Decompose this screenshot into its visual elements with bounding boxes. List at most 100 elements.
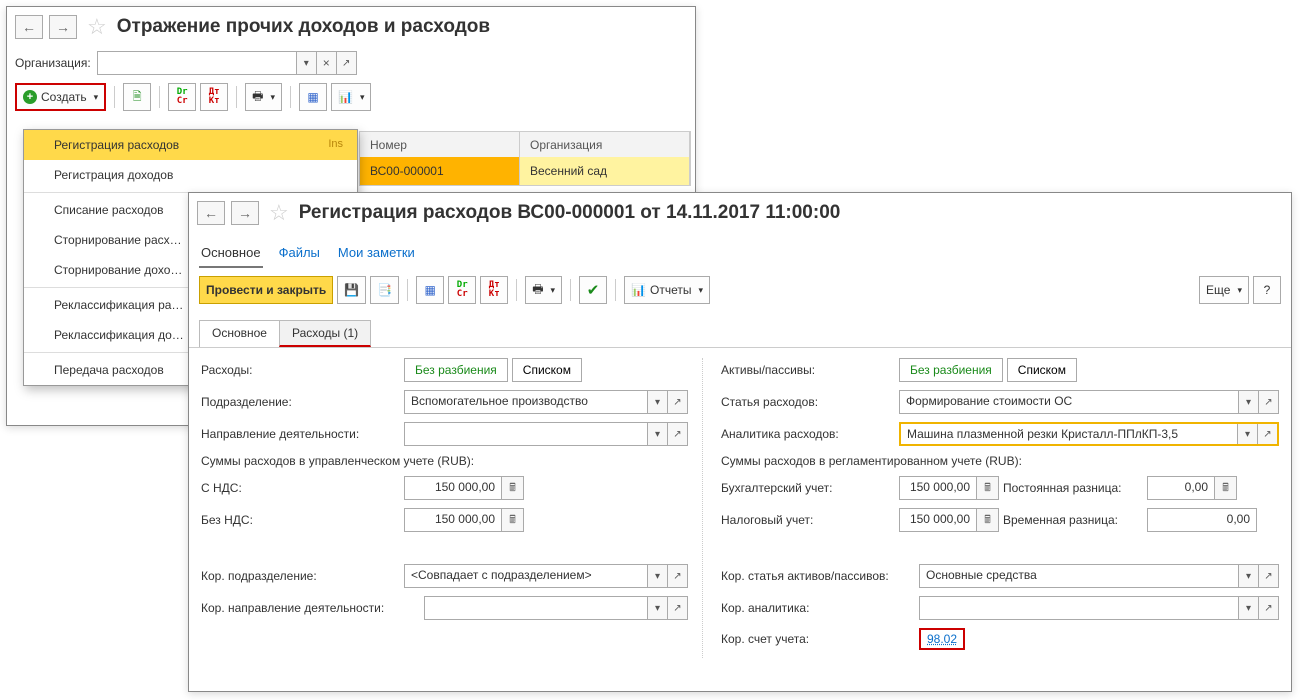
accounting-label: Бухгалтерский учет: [721,481,891,495]
back-button[interactable]: ← [197,201,225,225]
dropdown-icon[interactable]: ▾ [1237,424,1257,444]
expense-item-combo[interactable]: Формирование стоимости ОС ▾ ↗ [899,390,1279,414]
no-break-button[interactable]: Без разбиения [899,358,1003,382]
cor-analytics-label: Кор. аналитика: [721,601,911,615]
save-button[interactable]: 💾 [337,276,366,304]
dropdown-icon[interactable]: ▾ [647,423,667,445]
dropdown-icon[interactable]: ▾ [647,597,667,619]
open-icon[interactable]: ↗ [667,565,687,587]
open-icon[interactable]: ↗ [336,52,356,74]
col-number: Номер [360,132,520,158]
open-icon[interactable]: ↗ [667,423,687,445]
help-button[interactable]: ? [1253,276,1281,304]
chevron-down-icon: ▾ [94,92,99,103]
list-button[interactable]: Списком [512,358,582,382]
tax-field[interactable]: 150 000,00 🖩 [899,508,999,532]
top-tabs: Основное Файлы Мои заметки [189,233,1291,268]
grid-row[interactable]: ВС00-000001 Весенний сад [359,157,691,186]
direction-combo[interactable]: ▾ ↗ [404,422,688,446]
list-button[interactable]: Списком [1007,358,1077,382]
cell-number: ВС00-000001 [360,157,520,185]
calculator-icon[interactable]: 🖩 [501,477,523,499]
calculator-icon[interactable]: 🖩 [501,509,523,531]
cor-dept-label: Кор. подразделение: [201,569,396,583]
calculator-icon[interactable]: 🖩 [976,477,998,499]
perm-diff-field[interactable]: 0,00 🖩 [1147,476,1237,500]
cor-analytics-combo[interactable]: ▾ ↗ [919,596,1279,620]
department-combo[interactable]: Вспомогательное производство ▾ ↗ [404,390,688,414]
clear-icon[interactable]: × [316,52,336,74]
organization-label: Организация: [15,56,91,70]
post-button[interactable]: 📑 [370,276,399,304]
analytics-combo[interactable]: Машина плазменной резки Кристалл-ППлКП-3… [899,422,1279,446]
open-icon[interactable]: ↗ [1257,424,1277,444]
structure-button[interactable]: ▦ [299,83,327,111]
open-icon[interactable]: ↗ [1258,565,1278,587]
assets-liab-label: Активы/пассивы: [721,363,891,377]
report-button[interactable]: 📊▾ [331,83,371,111]
calculator-icon[interactable]: 🖩 [976,509,998,531]
cor-dept-combo[interactable]: <Совпадает с подразделением> ▾ ↗ [404,564,688,588]
sub-tabs: Основное Расходы (1) [189,312,1291,348]
dropdown-icon[interactable]: ▾ [296,52,316,74]
copy-button[interactable]: 🗎 [123,83,151,111]
cor-dir-combo[interactable]: ▾ ↗ [424,596,688,620]
dropdown-icon[interactable]: ▾ [647,391,667,413]
cor-dir-label: Кор. направление деятельности: [201,601,416,615]
open-icon[interactable]: ↗ [1258,597,1278,619]
open-icon[interactable]: ↗ [667,597,687,619]
print-button[interactable]: 🖶▾ [245,83,282,111]
cor-account-link[interactable]: 98.02 [919,628,965,650]
cor-account-label: Кор. счет учета: [721,632,911,646]
print-button[interactable]: 🖶▾ [525,276,562,304]
dtkt-button[interactable]: ДтКт [480,276,508,304]
window-register-expenses: ← → ☆ Регистрация расходов ВС00-000001 о… [188,192,1292,692]
drcr-button[interactable]: DrCr [448,276,476,304]
subtab-expenses[interactable]: Расходы (1) [279,320,371,347]
direction-label: Направление деятельности: [201,427,396,441]
with-vat-label: С НДС: [201,481,396,495]
dropdown-icon[interactable]: ▾ [1238,597,1258,619]
favorite-icon[interactable]: ☆ [87,14,107,40]
window-title: Отражение прочих доходов и расходов [117,16,490,38]
drcr-button[interactable]: DrCr [168,83,196,111]
plus-icon: + [23,90,37,104]
accounting-field[interactable]: 150 000,00 🖩 [899,476,999,500]
back-button[interactable]: ← [15,15,43,39]
forward-button[interactable]: → [49,15,77,39]
calculator-icon[interactable]: 🖩 [1214,477,1236,499]
dtkt-button[interactable]: ДтКт [200,83,228,111]
menu-item-register-expenses[interactable]: Регистрация расходов Ins [24,130,357,160]
more-button[interactable]: Еще▾ [1199,276,1249,304]
dropdown-icon[interactable]: ▾ [647,565,667,587]
with-vat-field[interactable]: 150 000,00 🖩 [404,476,524,500]
post-and-close-button[interactable]: Провести и закрыть [199,276,333,304]
favorite-icon[interactable]: ☆ [269,200,289,226]
cell-organization: Весенний сад [520,157,690,185]
grid-header: Номер Организация [359,131,691,159]
tab-files[interactable]: Файлы [277,239,322,268]
cor-item-label: Кор. статья активов/пассивов: [721,569,911,583]
analytics-label: Аналитика расходов: [721,427,891,441]
dropdown-icon[interactable]: ▾ [1238,391,1258,413]
structure-button[interactable]: ▦ [416,276,444,304]
tab-notes[interactable]: Мои заметки [336,239,417,268]
without-vat-label: Без НДС: [201,513,396,527]
open-icon[interactable]: ↗ [667,391,687,413]
create-button[interactable]: + Создать ▾ [15,83,106,111]
forward-button[interactable]: → [231,201,259,225]
reports-button[interactable]: 📊Отчеты▾ [624,276,710,304]
approve-button[interactable]: ✔ [579,276,607,304]
col-organization: Организация [520,132,690,158]
without-vat-field[interactable]: 150 000,00 🖩 [404,508,524,532]
cor-item-combo[interactable]: Основные средства ▾ ↗ [919,564,1279,588]
menu-item-register-income[interactable]: Регистрация доходов [24,160,357,190]
dropdown-icon[interactable]: ▾ [1238,565,1258,587]
open-icon[interactable]: ↗ [1258,391,1278,413]
reg-sum-header: Суммы расходов в регламентированном учет… [721,454,1279,468]
tab-main[interactable]: Основное [199,239,263,268]
subtab-main[interactable]: Основное [199,320,280,347]
no-break-button[interactable]: Без разбиения [404,358,508,382]
organization-combo[interactable]: ▾ × ↗ [97,51,357,75]
expense-item-label: Статья расходов: [721,395,891,409]
